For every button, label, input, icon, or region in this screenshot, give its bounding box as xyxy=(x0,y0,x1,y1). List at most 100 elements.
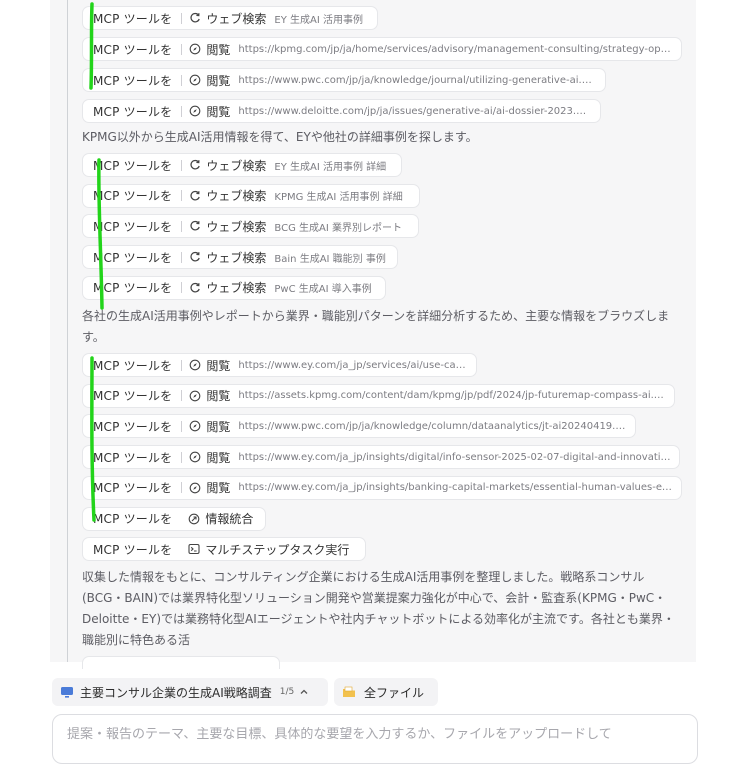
compass-icon xyxy=(189,390,201,402)
tool-detail: EY 生成AI 活用事例 xyxy=(274,14,363,26)
refresh-icon xyxy=(189,220,201,232)
separator xyxy=(181,451,183,463)
tool-action: 閲覧 xyxy=(206,104,231,119)
tool-call-chip[interactable]: MCP ツールを 閲覧 https://www.ey.com/ja_jp/insig… xyxy=(82,445,680,470)
tool-call-chip[interactable]: MCP ツールを マルチステップタスク実行 xyxy=(82,537,366,562)
tool-label: MCP ツールを xyxy=(93,281,173,296)
tool-call-chip[interactable]: MCP ツールを 閲覧 https://www.ey.com/ja_jp/insig… xyxy=(82,475,682,500)
tool-call-chip-partial[interactable] xyxy=(82,656,280,669)
tool-call-chip[interactable]: MCP ツールを 閲覧 https://www.deloitte.com/jp/ja… xyxy=(82,99,601,123)
separator xyxy=(181,105,183,117)
terminal-icon xyxy=(188,543,200,555)
compass-icon xyxy=(189,482,201,494)
separator xyxy=(181,74,183,86)
agent-message-3: 収集した情報をもとに、コンサルティング企業における生成AI活用事例を整理しました… xyxy=(82,570,675,647)
compass-icon xyxy=(189,451,201,463)
tool-call-chip[interactable]: MCP ツールを 閲覧 https://www.pwc.com/jp/ja/know… xyxy=(82,68,606,92)
chevron-up-icon[interactable] xyxy=(299,687,309,697)
tool-detail: Bain 生成AI 職能別 事例 xyxy=(274,253,386,265)
tool-label: MCP ツールを xyxy=(93,542,173,557)
tool-detail: https://www.pwc.com/jp/ja/knowledge/colu… xyxy=(238,420,627,432)
prompt-input[interactable] xyxy=(67,727,683,742)
agent-message-2: 各社の生成AI活用事例やレポートから業界・職能別パターンを詳細分析するため、主要… xyxy=(82,309,670,344)
tool-label: MCP ツールを xyxy=(93,189,173,204)
separator xyxy=(181,43,183,55)
tool-call-chip[interactable]: MCP ツールを ウェブ検索 PwC 生成AI 導入事例 xyxy=(82,275,386,300)
task-selector[interactable]: 主要コンサル企業の生成AI戦略調査 1/5 xyxy=(52,678,328,706)
tool-action: ウェブ検索 xyxy=(206,11,267,26)
compass-icon xyxy=(189,359,201,371)
refresh-icon xyxy=(189,190,201,202)
refresh-icon xyxy=(189,159,201,171)
all-files-button[interactable]: 全ファイル xyxy=(334,678,438,706)
separator xyxy=(181,482,183,494)
tool-call-chip[interactable]: MCP ツールを 情報統合 xyxy=(82,506,266,531)
tool-label: MCP ツールを xyxy=(93,73,173,88)
tool-label: MCP ツールを xyxy=(93,158,173,173)
tool-call-chip[interactable]: MCP ツールを ウェブ検索 EY 生成AI 活用事例 詳細 xyxy=(82,153,402,177)
folder-icon xyxy=(342,685,356,699)
tool-label: MCP ツールを xyxy=(93,512,173,526)
all-files-label: 全ファイル xyxy=(364,685,425,700)
compass-icon xyxy=(189,74,201,86)
separator xyxy=(181,190,183,202)
tool-action: ウェブ検索 xyxy=(206,158,267,173)
compass-icon xyxy=(189,105,201,117)
tool-detail: EY 生成AI 活用事例 詳細 xyxy=(274,161,387,173)
timeline-line xyxy=(67,0,68,662)
tool-label: MCP ツールを xyxy=(93,219,173,234)
task-title: 主要コンサル企業の生成AI戦略調査 xyxy=(80,685,272,700)
tool-action: ウェブ検索 xyxy=(206,250,267,265)
monitor-icon xyxy=(60,685,74,699)
agent-message-1: KPMG以外から生成AI活用情報を得て、EYや他社の詳細事例を探します。 xyxy=(82,130,478,144)
tool-detail: https://www.ey.com/ja_jp/insights/bankin… xyxy=(238,482,673,494)
tool-action: 閲覧 xyxy=(206,42,231,57)
tool-detail: https://www.pwc.com/jp/ja/knowledge/jour… xyxy=(238,74,597,86)
tool-detail: BCG 生成AI 業界別レポート xyxy=(274,222,402,234)
tool-action: ウェブ検索 xyxy=(206,219,267,234)
separator xyxy=(181,282,183,294)
tool-detail: https://www.ey.com/ja_jp/services/ai/use… xyxy=(238,359,468,371)
tool-action: 閲覧 xyxy=(206,481,231,496)
separator xyxy=(181,251,183,263)
refresh-icon xyxy=(189,251,201,263)
tool-label: MCP ツールを xyxy=(93,481,173,496)
tool-call-chip[interactable]: MCP ツールを ウェブ検索 KPMG 生成AI 活用事例 詳細 xyxy=(82,183,420,208)
tool-label: MCP ツールを xyxy=(93,450,173,465)
separator xyxy=(181,12,183,24)
tool-label: MCP ツールを xyxy=(93,358,173,373)
tool-action: 情報統合 xyxy=(205,512,254,526)
tool-call-chip[interactable]: MCP ツールを ウェブ検索 EY 生成AI 活用事例 xyxy=(82,6,378,30)
tool-detail: PwC 生成AI 導入事例 xyxy=(274,284,372,296)
tool-call-chip[interactable]: MCP ツールを ウェブ検索 Bain 生成AI 職能別 事例 xyxy=(82,245,398,270)
tool-action: 閲覧 xyxy=(206,358,231,373)
tool-action: 閲覧 xyxy=(206,73,231,88)
tool-detail: https://assets.kpmg.com/content/dam/kpmg… xyxy=(238,390,666,402)
tool-call-chip[interactable]: MCP ツールを 閲覧 https://kpmg.com/jp/ja/home/se… xyxy=(82,37,682,61)
tool-call-chip[interactable]: MCP ツールを 閲覧 https://www.ey.com/ja_jp/servi… xyxy=(82,353,477,377)
tool-label: MCP ツールを xyxy=(93,11,173,26)
separator xyxy=(181,359,183,371)
separator xyxy=(181,159,183,171)
prompt-composer[interactable] xyxy=(52,714,698,764)
tool-action: 閲覧 xyxy=(206,419,231,434)
tool-detail: KPMG 生成AI 活用事例 詳細 xyxy=(274,192,403,204)
tool-detail: https://www.deloitte.com/jp/ja/issues/ge… xyxy=(238,105,592,117)
tool-detail: https://kpmg.com/jp/ja/home/services/adv… xyxy=(238,43,673,55)
separator xyxy=(181,390,183,402)
tool-call-chip[interactable]: MCP ツールを 閲覧 https://www.pwc.com/jp/ja/know… xyxy=(82,414,636,439)
task-counter: 1/5 xyxy=(279,687,295,697)
refresh-icon xyxy=(189,12,201,24)
tool-call-chip[interactable]: MCP ツールを 閲覧 https://assets.kpmg.com/conten… xyxy=(82,383,675,408)
tool-action: マルチステップタスク実行 xyxy=(205,542,350,557)
tool-label: MCP ツールを xyxy=(93,250,173,265)
separator xyxy=(181,420,183,432)
separator xyxy=(181,220,183,232)
compass-icon xyxy=(189,43,201,55)
tool-label: MCP ツールを xyxy=(93,42,173,57)
tool-detail: https://www.ey.com/ja_jp/insights/digita… xyxy=(238,451,671,463)
tool-action: 閲覧 xyxy=(206,450,231,465)
tool-call-chip[interactable]: MCP ツールを ウェブ検索 BCG 生成AI 業界別レポート xyxy=(82,214,419,239)
refresh-icon xyxy=(189,282,201,294)
tool-action: ウェブ検索 xyxy=(206,281,267,296)
